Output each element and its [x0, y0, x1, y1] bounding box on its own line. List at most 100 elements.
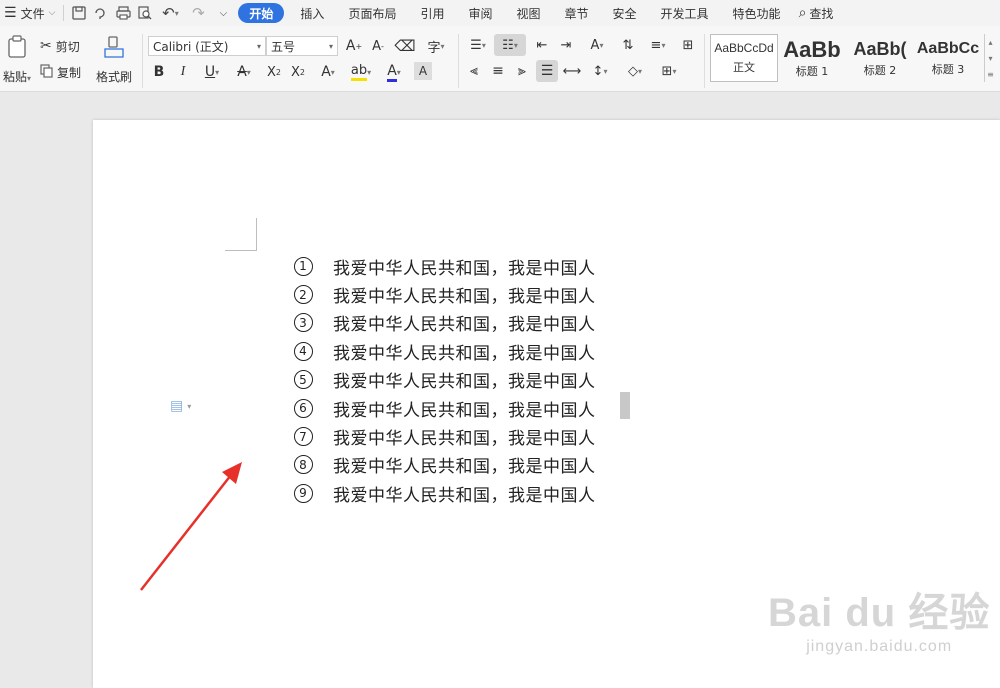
style-heading-1-preview: AaBb — [783, 37, 841, 62]
font-size-select[interactable]: 五号 ▾ — [266, 36, 338, 56]
styles-gallery: AaBbCcDd 正文 AaBb 标题 1 AaBb( 标题 2 AaBbCc … — [710, 34, 996, 84]
superscript-icon[interactable]: X2 — [264, 62, 284, 82]
align-left-icon[interactable]: ⫷ — [464, 60, 484, 82]
separator — [458, 34, 459, 88]
clear-format-icon[interactable]: ⌫ — [394, 36, 416, 56]
sort-icon[interactable]: ⇅ — [618, 34, 638, 56]
search-button[interactable]: ⌕ 查找 — [793, 0, 846, 26]
style-heading-2-preview: AaBb( — [853, 38, 907, 59]
ribbon-toolbar: 粘贴▾ ✂ 剪切 复制 格式刷 Calibri (正文) ▾ 五号 ▾ A + A… — [0, 26, 1000, 92]
scissors-icon: ✂ — [40, 38, 52, 54]
undo-icon[interactable]: ↶ ▾ — [156, 2, 184, 24]
align-right-icon[interactable]: ⫸ — [512, 60, 532, 82]
distributed-icon[interactable]: ⟷ — [562, 60, 582, 82]
tab-section[interactable]: 章节 — [553, 0, 601, 26]
cut-label: 剪切 — [55, 39, 80, 54]
justify-icon[interactable]: ☰ — [536, 60, 558, 82]
customize-toolbar-icon[interactable]: ⌵ — [212, 2, 234, 24]
shrink-font-icon[interactable]: A- — [368, 36, 388, 56]
list-item-text: 我爱中华人民共和国，我是中国人 — [333, 258, 596, 279]
print-preview-icon[interactable] — [134, 2, 156, 24]
style-heading-3[interactable]: AaBbCc 标题 3 — [914, 34, 982, 82]
tab-security[interactable]: 安全 — [601, 0, 649, 26]
list-item[interactable]: 4 我爱中华人民共和国，我是中国人 — [290, 337, 596, 365]
bold-icon[interactable]: B — [150, 62, 168, 82]
numbered-list-icon[interactable]: ☷ ▾ — [494, 34, 526, 56]
paste-button[interactable]: 粘贴▾ — [0, 32, 34, 88]
separator — [142, 34, 143, 88]
cut-button[interactable]: ✂ 剪切 — [40, 36, 80, 56]
font-name-select[interactable]: Calibri (正文) ▾ — [148, 36, 266, 56]
font-color-icon[interactable]: A ▾ — [380, 62, 408, 82]
tab-view[interactable]: 视图 — [504, 0, 552, 26]
pinyin-icon[interactable]: 字 ▾ — [422, 36, 450, 56]
save-icon[interactable] — [68, 2, 90, 24]
separator — [704, 34, 705, 88]
list-item[interactable]: 2 我爱中华人民共和国，我是中国人 — [290, 280, 596, 308]
paste-options-button[interactable]: ▤ ▾ — [170, 398, 191, 414]
copy-button[interactable]: 复制 — [40, 62, 81, 82]
strikethrough-icon[interactable]: A ▾ — [230, 62, 258, 82]
line-break-icon[interactable]: ≡ ▾ — [644, 34, 672, 56]
decrease-indent-icon[interactable]: ⇤ — [532, 34, 552, 56]
list-item[interactable]: 1 我爱中华人民共和国，我是中国人 — [290, 252, 596, 280]
tab-developer[interactable]: 开发工具 — [649, 0, 721, 26]
borders-icon[interactable]: ⊞ ▾ — [654, 60, 684, 82]
list-item[interactable]: 6 我爱中华人民共和国，我是中国人 — [290, 394, 596, 422]
tab-home[interactable]: 开始 — [238, 3, 285, 23]
share-icon[interactable] — [90, 2, 112, 24]
list-item[interactable]: 5 我爱中华人民共和国，我是中国人 — [290, 366, 596, 394]
copy-label: 复制 — [57, 65, 82, 80]
list-item[interactable]: 3 我爱中华人民共和国，我是中国人 — [290, 309, 596, 337]
style-normal[interactable]: AaBbCcDd 正文 — [710, 34, 778, 82]
print-icon[interactable] — [112, 2, 134, 24]
redo-icon[interactable]: ↷ — [184, 2, 212, 24]
highlight-icon[interactable]: ab ▾ — [346, 62, 376, 82]
underline-icon[interactable]: U ▾ — [198, 62, 226, 82]
tab-page-layout[interactable]: 页面布局 — [336, 0, 408, 26]
styles-scroll-button[interactable]: ▴ ▾ ≡ — [984, 34, 996, 82]
chevron-down-icon: ▾ — [328, 41, 333, 51]
style-normal-preview: AaBbCcDd — [714, 41, 774, 55]
style-heading-1-name: 标题 1 — [795, 65, 829, 78]
list-number: 5 — [293, 370, 313, 390]
format-painter-label: 格式刷 — [95, 70, 132, 84]
tab-insert[interactable]: 插入 — [288, 0, 336, 26]
chevron-down-icon: ▾ — [988, 53, 993, 63]
paste-label: 粘贴 — [2, 70, 27, 84]
list-item[interactable]: 8 我爱中华人民共和国，我是中国人 — [290, 451, 596, 479]
chevron-down-icon: ⌵ — [48, 8, 56, 18]
list-item-text: 我爱中华人民共和国，我是中国人 — [333, 400, 596, 421]
shading-icon[interactable]: ◇ ▾ — [620, 60, 650, 82]
list-item[interactable]: 9 我爱中华人民共和国，我是中国人 — [290, 479, 596, 507]
list-item[interactable]: 7 我爱中华人民共和国，我是中国人 — [290, 422, 596, 450]
hamburger-menu-icon: ☰ — [4, 5, 17, 21]
char-shading-icon[interactable]: A — [414, 62, 432, 80]
increase-indent-icon[interactable]: ⇥ — [556, 34, 576, 56]
chevron-up-icon: ▴ — [988, 37, 993, 47]
subscript-icon[interactable]: X2 — [288, 62, 308, 82]
font-style-icon[interactable]: A ▾ — [582, 34, 612, 56]
grow-font-icon[interactable]: A + — [344, 36, 364, 56]
file-menu[interactable]: ☰ 文件 ⌵ — [0, 0, 59, 26]
tab-special-features[interactable]: 特色功能 — [721, 0, 793, 26]
style-heading-1[interactable]: AaBb 标题 1 — [778, 34, 846, 82]
clipboard-icon: ▤ — [170, 398, 184, 414]
list-item-text: 我爱中华人民共和国，我是中国人 — [333, 457, 596, 478]
table-border-icon[interactable]: ⊞ — [678, 34, 698, 56]
tab-references[interactable]: 引用 — [408, 0, 456, 26]
list-item-text: 我爱中华人民共和国，我是中国人 — [333, 315, 596, 336]
baidu-watermark: Bai du 经验 jingyan.baidu.com — [768, 580, 990, 656]
bullet-list-icon[interactable]: ☰ ▾ — [464, 34, 492, 56]
list-item-text: 我爱中华人民共和国，我是中国人 — [333, 485, 596, 506]
align-center-icon[interactable]: ≡ — [488, 60, 508, 82]
style-heading-2[interactable]: AaBb( 标题 2 — [846, 34, 914, 82]
numbered-list: 1 我爱中华人民共和国，我是中国人 2 我爱中华人民共和国，我是中国人 3 我爱… — [290, 252, 596, 508]
list-number: 2 — [293, 285, 313, 305]
text-effect-icon[interactable]: A ▾ — [314, 62, 342, 82]
tab-review[interactable]: 审阅 — [456, 0, 504, 26]
italic-icon[interactable]: I — [174, 62, 192, 82]
format-painter-button[interactable]: 格式刷 — [94, 32, 134, 88]
font-size-value: 五号 — [271, 39, 296, 54]
line-spacing-icon[interactable]: ↕ ▾ — [586, 60, 614, 82]
